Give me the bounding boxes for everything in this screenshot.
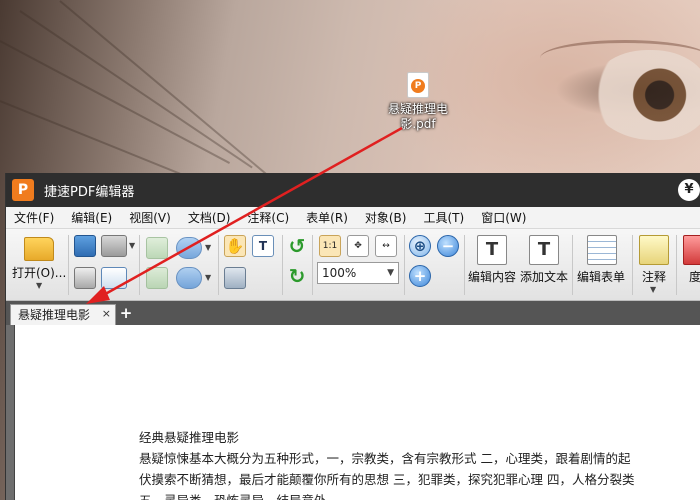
menu-form[interactable]: 表单(R) xyxy=(306,209,348,226)
document-tab-title: 悬疑推理电影 xyxy=(18,308,91,322)
document-tab-bar: 悬疑推理电影 × + xyxy=(6,301,700,325)
hand-tool-icon[interactable]: ✋ xyxy=(224,235,246,257)
import-icon[interactable] xyxy=(146,237,168,259)
email-icon[interactable] xyxy=(101,267,127,289)
pdf-page[interactable]: 经典悬疑推理电影 悬疑惊悚基本大概分为五种形式，一，宗教类，含有宗教形式 二，心… xyxy=(14,325,700,500)
zoom-select[interactable]: 100% ▼ xyxy=(317,262,399,284)
toolbar-separator xyxy=(68,235,69,295)
toolbar-separator xyxy=(218,235,219,295)
doc-heading: 经典悬疑推理电影 xyxy=(139,430,240,445)
zoom-in-icon[interactable]: + xyxy=(409,265,431,287)
close-icon[interactable]: × xyxy=(102,304,111,324)
app-window: P 捷速PDF编辑器 ¥ 文件(F) 编辑(E) 视图(V) 文档(D) 注释(… xyxy=(5,173,700,500)
toolbar-separator xyxy=(464,235,465,295)
toolbar-separator xyxy=(632,235,633,295)
actual-size-icon[interactable]: 1:1 xyxy=(319,235,341,257)
add-text-label[interactable]: 添加文本 xyxy=(520,268,568,285)
add-text-icon[interactable]: T xyxy=(529,235,559,265)
redo-icon[interactable] xyxy=(176,267,202,289)
edit-content-icon[interactable]: T xyxy=(477,235,507,265)
menu-tools[interactable]: 工具(T) xyxy=(423,209,464,226)
chevron-down-icon: ▼ xyxy=(387,268,394,278)
rotate-right-icon[interactable]: ↻ xyxy=(286,265,308,287)
print-icon[interactable] xyxy=(74,267,96,289)
save-icon[interactable] xyxy=(74,235,96,257)
toolbar-separator xyxy=(312,235,313,295)
scan-icon[interactable] xyxy=(101,235,127,257)
open-folder-icon[interactable] xyxy=(24,237,54,261)
menu-view[interactable]: 视图(V) xyxy=(129,209,171,226)
menu-comment[interactable]: 注释(C) xyxy=(247,209,289,226)
toolbar-separator xyxy=(139,235,140,295)
hair-streak xyxy=(59,0,291,195)
pdf-badge: P xyxy=(411,79,425,93)
fit-width-icon[interactable]: ↔ xyxy=(375,235,397,257)
undo-dropdown-icon[interactable]: ▼ xyxy=(205,243,211,252)
redo-dropdown-icon[interactable]: ▼ xyxy=(205,273,211,282)
pdf-file-icon: P xyxy=(407,72,429,98)
doc-paragraph-line: 伏摸索不断猜想，最后才能颠覆你所有的思想 三，犯罪类，探究犯罪心理 四，人格分裂… xyxy=(139,472,635,487)
app-title: 捷速PDF编辑器 xyxy=(44,184,135,200)
menu-bar: 文件(F) 编辑(E) 视图(V) 文档(D) 注释(C) 表单(R) 对象(B… xyxy=(6,207,700,229)
doc-paragraph-line: 悬疑惊悚基本大概分为五种形式，一，宗教类，含有宗教形式 二，心理类，跟着剧情的起 xyxy=(139,451,631,466)
hair-streak xyxy=(19,10,253,169)
scan-dropdown-icon[interactable]: ▼ xyxy=(129,241,135,250)
document-viewport[interactable]: 经典悬疑推理电影 悬疑惊悚基本大概分为五种形式，一，宗教类，含有宗教形式 二，心… xyxy=(6,325,700,500)
text-select-icon[interactable]: T xyxy=(252,235,274,257)
document-tab[interactable]: 悬疑推理电影 × xyxy=(10,304,116,325)
toolbar-separator xyxy=(676,235,677,295)
menu-window[interactable]: 窗口(W) xyxy=(481,209,526,226)
menu-edit[interactable]: 编辑(E) xyxy=(71,209,112,226)
open-dropdown-icon[interactable]: ▼ xyxy=(36,281,42,290)
menu-document[interactable]: 文档(D) xyxy=(188,209,231,226)
zoom-value: 100% xyxy=(322,266,357,280)
page-text: 经典悬疑推理电影 悬疑惊悚基本大概分为五种形式，一，宗教类，含有宗教形式 二，心… xyxy=(139,427,700,500)
menu-file[interactable]: 文件(F) xyxy=(14,209,54,226)
title-bar[interactable]: P 捷速PDF编辑器 ¥ xyxy=(6,173,700,207)
menu-object[interactable]: 对象(B) xyxy=(365,209,407,226)
comment-icon[interactable] xyxy=(639,235,669,265)
measure-icon[interactable] xyxy=(683,235,700,265)
edit-form-label[interactable]: 编辑表单 xyxy=(577,268,625,285)
edit-content-label[interactable]: 编辑内容 xyxy=(468,268,516,285)
app-logo-icon: P xyxy=(12,179,34,201)
rotate-left-icon[interactable]: ↺ xyxy=(286,235,308,257)
zoom-out-icon[interactable]: − xyxy=(437,235,459,257)
toolbar-separator xyxy=(282,235,283,295)
edit-form-icon[interactable] xyxy=(587,235,617,265)
toolbar-separator xyxy=(404,235,405,295)
partial-tool-label[interactable]: 度 xyxy=(689,268,700,285)
desktop-file-name-line1: 悬疑推理电 xyxy=(387,102,448,116)
add-tab-button[interactable]: + xyxy=(118,304,134,322)
desktop-file-icon[interactable]: P 悬疑推理电 影.pdf xyxy=(380,72,456,132)
title-control-button[interactable]: ¥ xyxy=(678,179,700,201)
doc-paragraph-line: 五，灵异类，恐怖灵异，结局意外 xyxy=(139,490,700,500)
fit-page-icon[interactable]: ✥ xyxy=(347,235,369,257)
export-icon[interactable] xyxy=(146,267,168,289)
open-button-label[interactable]: 打开(O)... xyxy=(12,264,66,281)
hair-streak xyxy=(0,40,231,164)
comment-label[interactable]: 注释 xyxy=(642,268,666,285)
toolbar: 打开(O)... ▼ ▼ ▼ ▼ ✋ T ↺ ↻ 1:1 ✥ ↔ 100% ▼ … xyxy=(6,229,700,301)
snapshot-icon[interactable] xyxy=(224,267,246,289)
toolbar-separator xyxy=(572,235,573,295)
zoom-area-icon[interactable]: ⊕ xyxy=(409,235,431,257)
desktop-file-name-line2: 影.pdf xyxy=(400,117,436,131)
eye xyxy=(590,50,700,140)
comment-dropdown-icon[interactable]: ▼ xyxy=(650,285,656,294)
undo-icon[interactable] xyxy=(176,237,202,259)
